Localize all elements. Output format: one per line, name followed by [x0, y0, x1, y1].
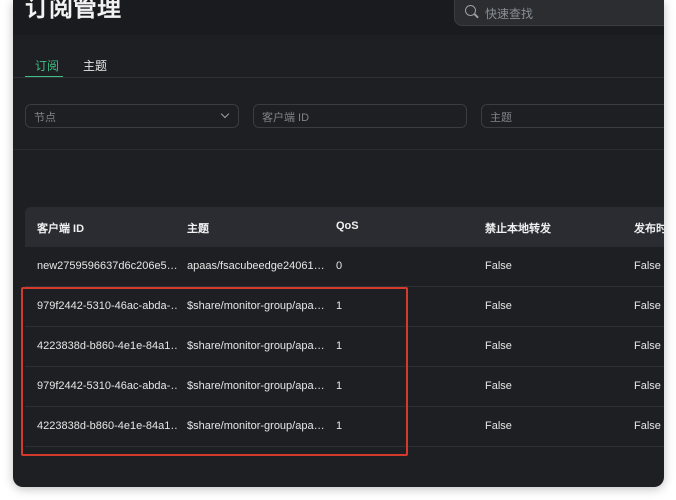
- cell-publish: False: [634, 340, 661, 352]
- column-header-client-id[interactable]: 客户端 ID: [37, 220, 177, 236]
- quick-search-input[interactable]: [485, 5, 664, 23]
- client-id-filter-input[interactable]: 客户端 ID: [253, 104, 467, 128]
- cell-publish: False: [634, 380, 661, 392]
- tab-divider: [13, 77, 664, 78]
- table-row[interactable]: 4223838d-b860-4e1e-84a1… $share/monitor-…: [25, 407, 664, 447]
- subscriptions-table: 客户端 ID 主题 QoS 禁止本地转发 发布时 new2759596637d6…: [25, 207, 664, 447]
- table-row[interactable]: 979f2442-5310-46ac-abda-… $share/monitor…: [25, 367, 664, 407]
- node-select[interactable]: 节点: [25, 104, 239, 128]
- tab-subscriptions[interactable]: 订阅: [35, 57, 59, 74]
- cell-client-id: new2759596637d6c206e5…: [37, 260, 177, 272]
- app-window: 订阅管理 订阅 主题 节点 客户端 ID 主题 客户端 ID 主题 QoS 禁止…: [13, 0, 664, 487]
- table-header: 客户端 ID 主题 QoS 禁止本地转发 发布时: [25, 207, 664, 247]
- cell-client-id: 4223838d-b860-4e1e-84a1…: [37, 340, 177, 352]
- cell-client-id: 979f2442-5310-46ac-abda-…: [37, 300, 177, 312]
- cell-qos: 0: [336, 260, 343, 272]
- top-header: 订阅管理: [13, 0, 664, 35]
- topic-placeholder: 主题: [490, 112, 512, 124]
- cell-client-id: 4223838d-b860-4e1e-84a1…: [37, 420, 177, 432]
- cell-no-local: False: [485, 340, 512, 352]
- chevron-down-icon: [220, 109, 230, 119]
- column-header-topic[interactable]: 主题: [187, 220, 325, 236]
- tab-topics[interactable]: 主题: [83, 57, 107, 74]
- column-header-qos[interactable]: QoS: [336, 220, 396, 232]
- cell-publish: False: [634, 300, 661, 312]
- cell-topic: $share/monitor-group/apa…: [187, 420, 325, 432]
- cell-publish: False: [634, 260, 661, 272]
- table-row[interactable]: 979f2442-5310-46ac-abda-… $share/monitor…: [25, 287, 664, 327]
- topic-filter-input[interactable]: 主题: [481, 104, 664, 128]
- node-select-placeholder: 节点: [34, 112, 56, 124]
- cell-no-local: False: [485, 260, 512, 272]
- cell-qos: 1: [336, 420, 343, 432]
- column-header-publish[interactable]: 发布时: [634, 220, 664, 236]
- cell-qos: 1: [336, 380, 343, 392]
- page-title: 订阅管理: [25, 0, 121, 22]
- cell-topic: $share/monitor-group/apa…: [187, 340, 325, 352]
- column-header-no-local[interactable]: 禁止本地转发: [485, 220, 565, 236]
- cell-topic: apaas/fsacubeedge24061…: [187, 260, 325, 272]
- table-row[interactable]: 4223838d-b860-4e1e-84a1… $share/monitor-…: [25, 327, 664, 367]
- cell-qos: 1: [336, 340, 343, 352]
- cell-topic: $share/monitor-group/apa…: [187, 300, 325, 312]
- cell-topic: $share/monitor-group/apa…: [187, 380, 325, 392]
- quick-search-box[interactable]: [454, 0, 664, 26]
- cell-client-id: 979f2442-5310-46ac-abda-…: [37, 380, 177, 392]
- search-icon: [465, 5, 476, 16]
- cell-no-local: False: [485, 380, 512, 392]
- cell-no-local: False: [485, 300, 512, 312]
- table-row[interactable]: new2759596637d6c206e5… apaas/fsacubeedge…: [25, 247, 664, 287]
- filter-divider: [13, 149, 664, 150]
- cell-qos: 1: [336, 300, 343, 312]
- cell-publish: False: [634, 420, 661, 432]
- client-id-placeholder: 客户端 ID: [262, 112, 310, 124]
- cell-no-local: False: [485, 420, 512, 432]
